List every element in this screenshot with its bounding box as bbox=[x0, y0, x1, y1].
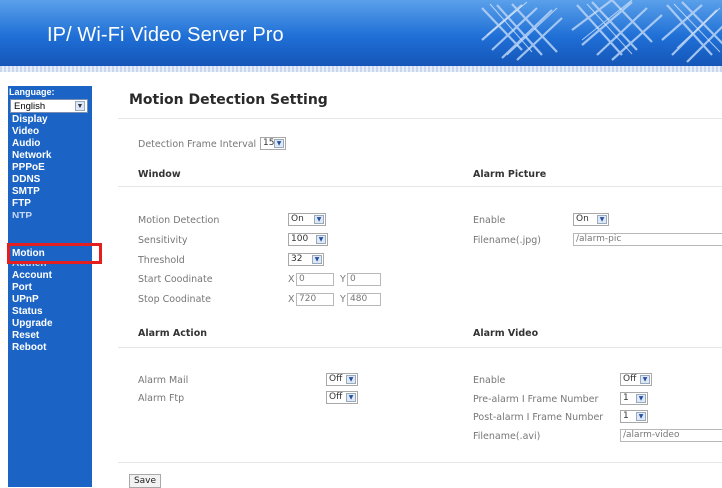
sidebar-item-network[interactable]: Network bbox=[12, 150, 88, 162]
threshold-label: Threshold bbox=[138, 255, 185, 266]
title-divider bbox=[118, 118, 722, 119]
alarm-video-enable-value: Off bbox=[623, 374, 637, 384]
motion-detection-select[interactable]: On ▼ bbox=[288, 213, 326, 226]
window-header: Window bbox=[138, 169, 181, 180]
alarm-action-header: Alarm Action bbox=[138, 328, 207, 339]
sidebar-item-port[interactable]: Port bbox=[12, 282, 88, 294]
chevron-down-icon: ▼ bbox=[274, 139, 284, 148]
sidebar-item-upgrade[interactable]: Upgrade bbox=[12, 318, 88, 330]
motion-detection-value: On bbox=[291, 214, 304, 224]
stop-y-label: Y bbox=[340, 294, 346, 305]
chevron-down-icon: ▼ bbox=[597, 215, 607, 224]
chevron-down-icon: ▼ bbox=[636, 394, 646, 403]
section-divider bbox=[118, 186, 722, 187]
language-select[interactable]: English ▼ bbox=[10, 99, 88, 113]
sidebar-item-status[interactable]: Status bbox=[12, 306, 88, 318]
pre-alarm-select[interactable]: 1 ▼ bbox=[620, 392, 648, 405]
sidebar-item-account[interactable]: Account bbox=[12, 270, 88, 282]
threshold-select[interactable]: 32 ▼ bbox=[288, 253, 324, 266]
alarm-mail-value: Off bbox=[329, 374, 343, 384]
sidebar-item-ftp[interactable]: FTP bbox=[12, 198, 88, 210]
chevron-down-icon: ▼ bbox=[314, 215, 324, 224]
start-x-label: X bbox=[288, 274, 295, 285]
section-divider bbox=[118, 347, 722, 348]
alarm-mail-label: Alarm Mail bbox=[138, 375, 189, 386]
start-coordinate-label: Start Coodinate bbox=[138, 274, 213, 285]
alarm-video-filename-input[interactable]: /alarm-video bbox=[620, 429, 722, 442]
sensitivity-select[interactable]: 100 ▼ bbox=[288, 233, 328, 246]
chevron-down-icon: ▼ bbox=[346, 375, 356, 384]
sidebar-item-display[interactable]: Display bbox=[12, 114, 88, 126]
sidebar-item-ntp[interactable]: NTP bbox=[12, 210, 88, 218]
alarm-ftp-select[interactable]: Off ▼ bbox=[326, 391, 358, 404]
selected-item-highlight bbox=[7, 243, 102, 264]
pre-alarm-value: 1 bbox=[623, 393, 629, 403]
alarm-video-enable-select[interactable]: Off ▼ bbox=[620, 373, 652, 386]
chevron-down-icon: ▼ bbox=[640, 375, 650, 384]
app-title: IP/ Wi-Fi Video Server Pro bbox=[47, 24, 284, 46]
chevron-down-icon: ▼ bbox=[346, 393, 356, 402]
alarm-video-header: Alarm Video bbox=[473, 328, 539, 339]
chevron-down-icon: ▼ bbox=[636, 412, 646, 421]
alarm-mail-select[interactable]: Off ▼ bbox=[326, 373, 358, 386]
alarm-picture-enable-value: On bbox=[576, 214, 589, 224]
language-label: Language: bbox=[9, 87, 55, 97]
lattice-logo-icon bbox=[481, 0, 722, 63]
sensitivity-value: 100 bbox=[291, 234, 309, 244]
sensitivity-label: Sensitivity bbox=[138, 235, 188, 246]
pre-alarm-label: Pre-alarm I Frame Number bbox=[473, 394, 599, 405]
alarm-picture-enable-select[interactable]: On ▼ bbox=[573, 213, 609, 226]
chevron-down-icon: ▼ bbox=[312, 255, 322, 264]
chevron-down-icon: ▼ bbox=[316, 235, 326, 244]
stop-x-input[interactable]: 720 bbox=[296, 293, 334, 306]
post-alarm-value: 1 bbox=[623, 411, 629, 421]
detection-interval-label: Detection Frame Interval bbox=[138, 139, 257, 150]
save-button[interactable]: Save bbox=[129, 474, 161, 488]
alarm-picture-filename-label: Filename(.jpg) bbox=[473, 235, 541, 246]
sidebar-item-smtp[interactable]: SMTP bbox=[12, 186, 88, 198]
sidebar-item-reset[interactable]: Reset bbox=[12, 330, 88, 342]
language-value: English bbox=[14, 101, 46, 112]
stop-x-label: X bbox=[288, 294, 295, 305]
sidebar-item-pppoe[interactable]: PPPoE bbox=[12, 162, 88, 174]
detection-interval-select[interactable]: 15 ▼ bbox=[260, 137, 286, 150]
sidebar-item-upnp[interactable]: UPnP bbox=[12, 294, 88, 306]
post-alarm-label: Post-alarm I Frame Number bbox=[473, 412, 604, 423]
alarm-picture-filename-input[interactable]: /alarm-pic bbox=[573, 233, 722, 246]
sidebar-item-video[interactable]: Video bbox=[12, 126, 88, 138]
sidebar-item-reboot[interactable]: Reboot bbox=[12, 342, 88, 354]
motion-detection-label: Motion Detection bbox=[138, 215, 220, 226]
post-alarm-select[interactable]: 1 ▼ bbox=[620, 410, 648, 423]
threshold-value: 32 bbox=[291, 254, 303, 264]
alarm-picture-header: Alarm Picture bbox=[473, 169, 547, 180]
alarm-video-filename-label: Filename(.avi) bbox=[473, 431, 541, 442]
sidebar-item-audio[interactable]: Audio bbox=[12, 138, 88, 150]
sidebar-item-ddns[interactable]: DDNS bbox=[12, 174, 88, 186]
stop-coordinate-label: Stop Coodinate bbox=[138, 294, 211, 305]
start-x-input[interactable]: 0 bbox=[296, 273, 334, 286]
alarm-picture-enable-label: Enable bbox=[473, 215, 506, 226]
start-y-label: Y bbox=[340, 274, 346, 285]
alarm-ftp-value: Off bbox=[329, 392, 343, 402]
detection-interval-value: 15 bbox=[263, 138, 275, 148]
page-title: Motion Detection Setting bbox=[129, 92, 328, 108]
start-y-input[interactable]: 0 bbox=[347, 273, 381, 286]
chevron-down-icon: ▼ bbox=[75, 101, 85, 111]
header-banner: IP/ Wi-Fi Video Server Pro bbox=[0, 0, 722, 66]
footer-divider bbox=[118, 462, 722, 463]
alarm-ftp-label: Alarm Ftp bbox=[138, 393, 185, 404]
banner-divider bbox=[0, 66, 722, 72]
alarm-video-enable-label: Enable bbox=[473, 375, 506, 386]
stop-y-input[interactable]: 480 bbox=[347, 293, 381, 306]
